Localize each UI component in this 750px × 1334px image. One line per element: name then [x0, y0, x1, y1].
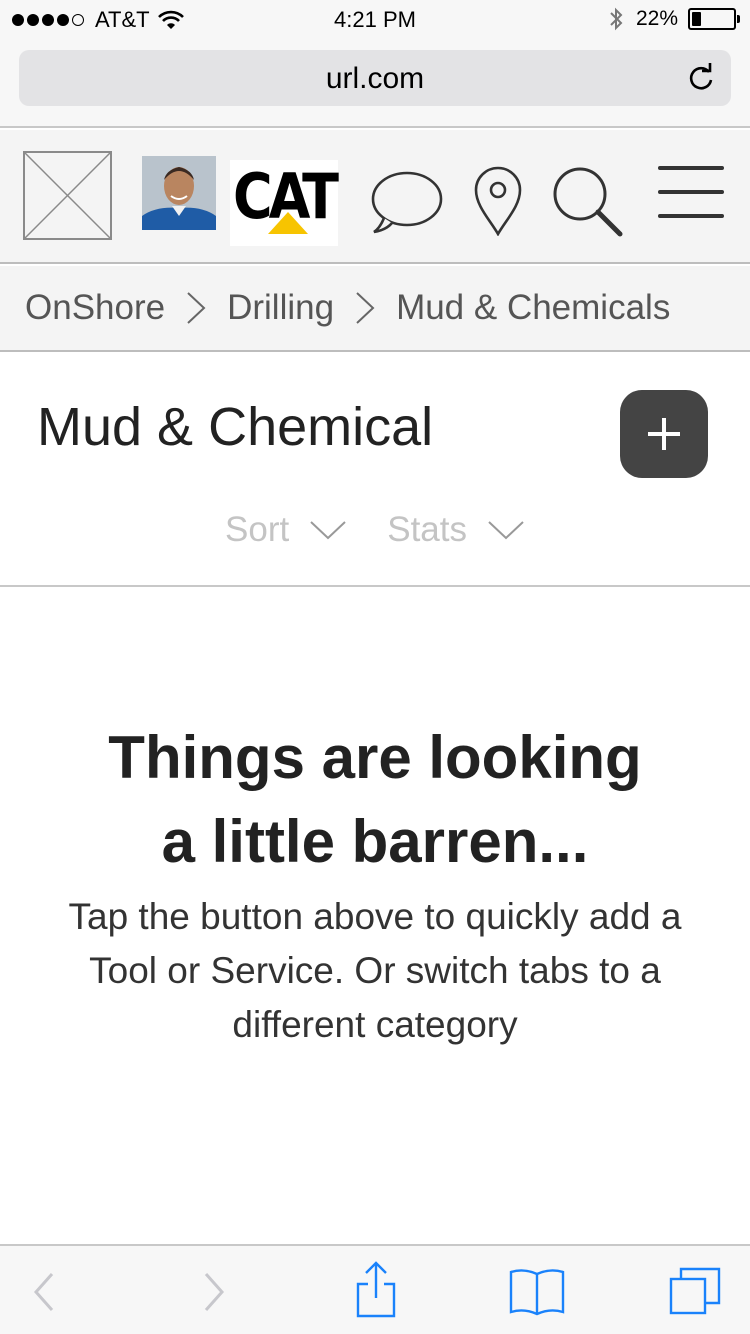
sort-dropdown[interactable]: Sort: [225, 510, 347, 550]
empty-state-title: Things are looking a little barren...: [0, 716, 750, 884]
logo-placeholder[interactable]: [23, 151, 112, 240]
battery-fill: [692, 12, 701, 26]
status-bar: AT&T 4:21 PM 22%: [0, 0, 750, 40]
forward-icon[interactable]: [198, 1270, 228, 1314]
site-header: CAT: [0, 130, 750, 264]
share-icon[interactable]: [354, 1260, 398, 1320]
browser-address-area: url.com: [0, 40, 750, 128]
breadcrumb-item-mud-chemicals[interactable]: Mud & Chemicals: [396, 288, 670, 328]
url-bar[interactable]: url.com: [19, 50, 731, 106]
placeholder-cross-icon: [24, 152, 111, 239]
menu-icon[interactable]: [656, 164, 726, 222]
chat-icon[interactable]: [370, 168, 444, 236]
cat-logo-triangle: [268, 212, 308, 234]
back-icon[interactable]: [30, 1270, 60, 1314]
chevron-right-icon: [356, 292, 375, 324]
cat-logo[interactable]: CAT: [230, 160, 339, 246]
stats-dropdown[interactable]: Stats: [387, 510, 525, 550]
status-right: 22%: [608, 7, 740, 31]
chevron-down-icon: [310, 521, 346, 540]
reload-icon[interactable]: [685, 62, 717, 94]
browser-toolbar: [0, 1244, 750, 1334]
bookmarks-icon[interactable]: [508, 1266, 566, 1316]
page-title: Mud & Chemical: [37, 397, 434, 457]
chevron-down-icon: [488, 521, 524, 540]
stats-label: Stats: [387, 510, 467, 549]
breadcrumb: OnShore Drilling Mud & Chemicals: [0, 266, 750, 352]
breadcrumb-item-drilling[interactable]: Drilling: [227, 288, 334, 328]
search-icon[interactable]: [550, 164, 624, 238]
breadcrumb-item-onshore[interactable]: OnShore: [25, 288, 165, 328]
empty-state-title-line2: a little barren...: [161, 808, 589, 875]
sort-label: Sort: [225, 510, 290, 549]
avatar[interactable]: [142, 156, 216, 230]
empty-state-title-line1: Things are looking: [108, 724, 642, 791]
empty-state-description: Tap the button above to quickly add a To…: [68, 896, 682, 1045]
filter-bar: Sort Stats: [0, 510, 750, 550]
location-pin-icon[interactable]: [472, 166, 524, 236]
content-divider: [0, 585, 750, 587]
battery-icon: [688, 8, 740, 30]
chevron-right-icon: [187, 292, 206, 324]
url-text[interactable]: url.com: [19, 62, 731, 96]
battery-percent: 22%: [635, 7, 678, 30]
add-button[interactable]: [620, 390, 708, 478]
bluetooth-icon: [610, 7, 623, 31]
avatar-image: [142, 156, 216, 230]
tabs-icon[interactable]: [668, 1266, 722, 1316]
